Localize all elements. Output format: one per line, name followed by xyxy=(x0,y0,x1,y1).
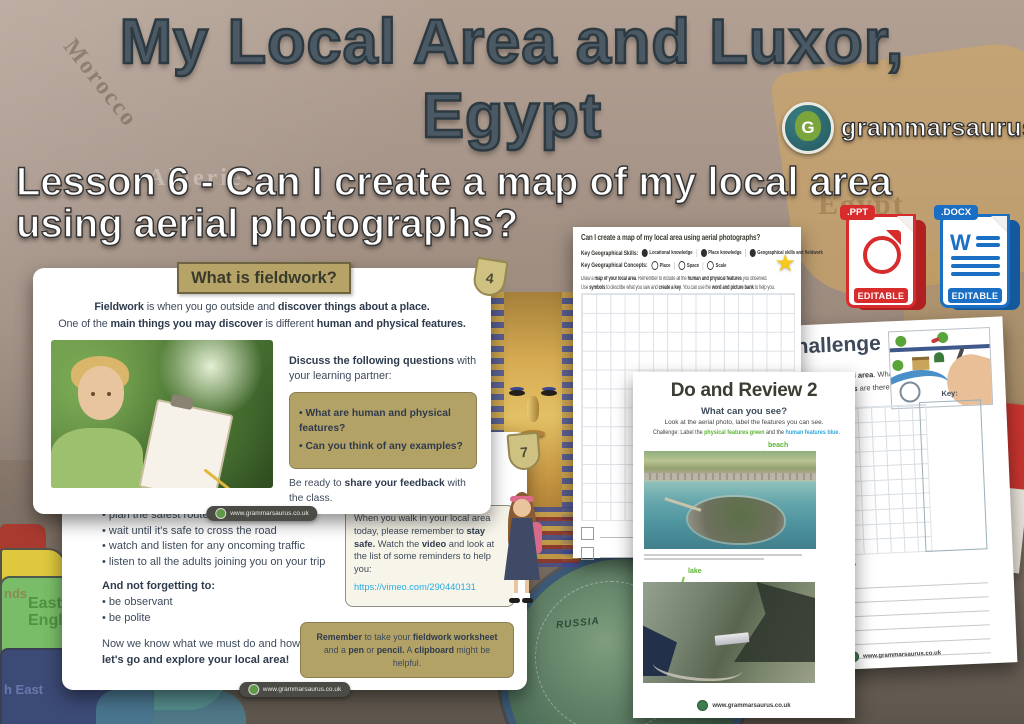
fieldwork-skills-icon xyxy=(750,249,756,257)
promo-canvas: Morocco Algerie Egypt nds East of Englan… xyxy=(0,0,1024,724)
slide-title: What is fieldwork? xyxy=(177,262,351,294)
docx-tag: .DOCX xyxy=(934,205,978,220)
do-and-review-subtitle: What can you see? xyxy=(633,406,855,417)
discussion-panel: Discuss the following questions with you… xyxy=(289,354,477,506)
fieldwork-slide-preview: 4 What is fieldwork? Fieldwork is when y… xyxy=(33,268,491,514)
uk-label-midlands: nds xyxy=(4,586,27,601)
checkbox xyxy=(581,527,594,540)
docx-file-icon: W .DOCX EDITABLE xyxy=(940,208,1022,312)
concept-badge: Space xyxy=(679,261,699,270)
slide-footer: www.grammarsaurus.co.uk xyxy=(206,506,317,521)
do-and-review-title: Do and Review 2 xyxy=(633,380,855,402)
checkbox xyxy=(581,547,594,560)
building-icon xyxy=(912,357,930,371)
skill-badge: Place knowledge xyxy=(701,249,742,257)
fieldwork-intro: Fieldwork is when you go outside and dis… xyxy=(41,299,483,332)
schoolgirl-illustration xyxy=(492,492,554,620)
remember-box: Remember to take your fieldwork workshee… xyxy=(300,622,514,678)
mountain-path-icon xyxy=(651,646,744,683)
beach-label: beach xyxy=(768,442,788,449)
worksheet-footer: www.grammarsaurus.co.uk xyxy=(633,700,855,711)
photo-attribution-line xyxy=(644,554,802,556)
ppt-file-icon: .PPT EDITABLE xyxy=(846,208,928,312)
causeway-icon xyxy=(665,497,702,511)
do-and-review-worksheet-preview: Do and Review 2 What can you see? Look a… xyxy=(633,372,855,718)
writing-lines xyxy=(832,569,991,660)
boy-with-clipboard-photo xyxy=(51,340,273,488)
skill-badge: Locational knowledge xyxy=(642,249,693,257)
island-icon xyxy=(688,497,784,543)
tree-icon xyxy=(892,360,903,371)
word-w-icon: W xyxy=(950,230,971,256)
grammarsaurus-logo-icon: G xyxy=(782,102,834,154)
grammarsaurus-logo-icon xyxy=(248,684,259,695)
place-knowledge-icon xyxy=(701,249,707,257)
worksheet-title: Can I create a map of my local area usin… xyxy=(581,233,760,242)
grammarsaurus-logo-icon xyxy=(215,508,226,519)
car-icon xyxy=(931,337,940,344)
place-concept-icon xyxy=(651,261,658,270)
slide-footer: www.grammarsaurus.co.uk xyxy=(239,682,350,697)
photo-attribution-line xyxy=(644,558,764,560)
space-concept-icon xyxy=(679,261,686,270)
stay-safe-note: When you walk in your local area today, … xyxy=(345,505,515,607)
question-box: What are human and physical features? Ca… xyxy=(289,392,477,469)
grammarsaurus-logo-icon xyxy=(697,700,708,711)
summit-building-icon xyxy=(715,632,750,645)
brand-url: grammarsaurus.co.uk xyxy=(841,114,1024,143)
uk-label-south-east: h East xyxy=(4,682,43,697)
key-concepts-row: Key Geographical Concepts: Place Space S… xyxy=(581,261,726,270)
worksheet-instructions: Draw a map of your local area. Remember … xyxy=(581,275,775,293)
tree-icon xyxy=(895,336,906,347)
concept-badge: Place xyxy=(651,261,670,270)
lake-label: lake xyxy=(688,568,702,575)
aerial-photo-coast xyxy=(644,451,816,549)
page-title-line1: My Local Area and Luxor, xyxy=(0,6,1024,78)
concept-badge: Scale xyxy=(707,261,726,270)
vimeo-link[interactable]: https://vimeo.com/290440131 xyxy=(354,581,506,594)
pie-chart-icon xyxy=(863,236,901,274)
ppt-tag: .PPT xyxy=(840,205,875,220)
file-format-icons: .PPT EDITABLE W .DOCX EDITABLE xyxy=(846,208,1022,312)
star-icon: ★ xyxy=(774,249,796,278)
aerial-photo-mountain xyxy=(643,582,815,683)
uk-map-region-coast xyxy=(96,690,246,724)
locational-knowledge-icon xyxy=(642,249,648,257)
clipboard-icon xyxy=(138,399,233,488)
dome-icon xyxy=(934,352,944,362)
mountain-ridge-icon xyxy=(725,582,815,662)
scale-concept-icon xyxy=(707,261,714,270)
key-box xyxy=(919,399,987,552)
editable-badge: EDITABLE xyxy=(947,287,1003,304)
editable-badge: EDITABLE xyxy=(853,287,909,304)
brand-row: G grammarsaurus.co.uk xyxy=(782,102,1024,154)
